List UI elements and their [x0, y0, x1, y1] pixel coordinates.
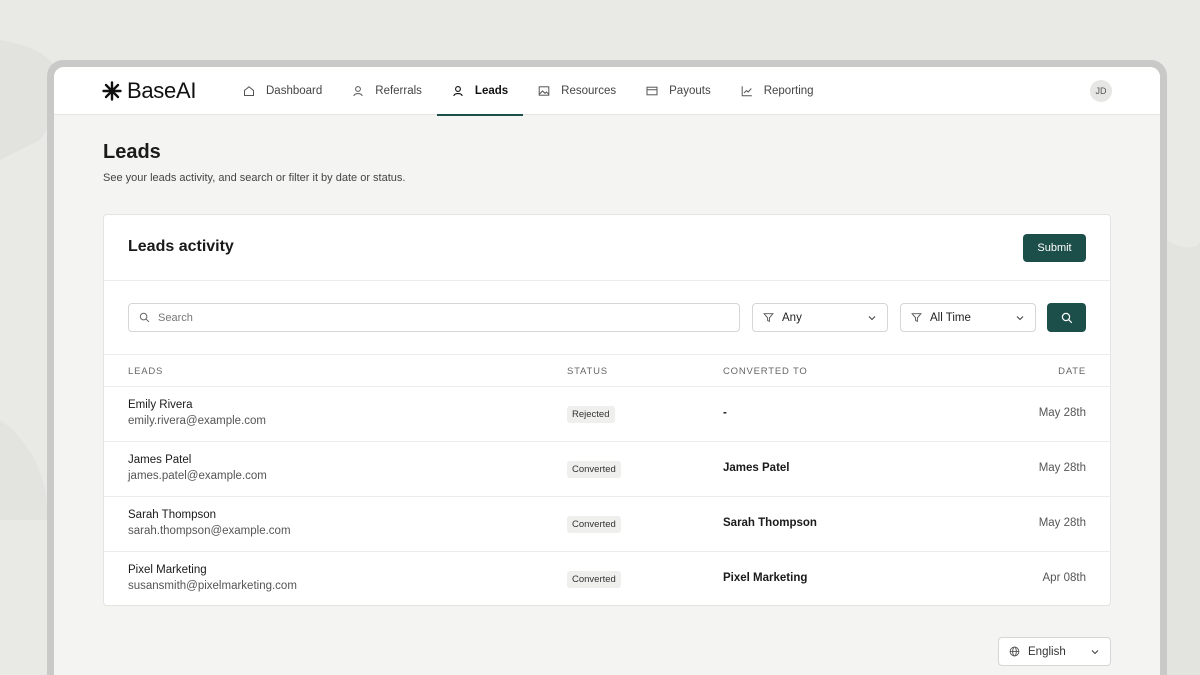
user-icon — [353, 86, 363, 97]
filter-bar: Any All Time — [104, 281, 1110, 355]
status-badge: Converted — [567, 516, 621, 533]
table-row[interactable]: Emily Rivera emily.rivera@example.com Re… — [104, 387, 1110, 442]
top-navigation-bar: BaseAI Dashboard Referrals Leads Resourc… — [54, 67, 1160, 116]
main-nav: Dashboard Referrals Leads Resources Payo… — [228, 67, 829, 116]
table-row[interactable]: Sarah Thompson sarah.thompson@example.co… — [104, 497, 1110, 552]
table-row[interactable]: James Patel james.patel@example.com Conv… — [104, 442, 1110, 497]
nav-item-leads[interactable]: Leads — [436, 67, 524, 116]
language-value: English — [1028, 645, 1066, 658]
lead-name: Emily Rivera — [128, 399, 193, 411]
lead-name: Sarah Thompson — [128, 509, 217, 521]
nav-item-reporting[interactable]: Reporting — [726, 67, 829, 115]
status-filter-value: Any — [782, 311, 802, 324]
status-badge: Converted — [567, 571, 621, 588]
column-header-date[interactable]: DATE — [1058, 366, 1086, 377]
converted-to: - — [723, 407, 727, 419]
date-filter-value: All Time — [930, 311, 971, 324]
search-icon — [1061, 312, 1072, 323]
nav-item-dashboard[interactable]: Dashboard — [228, 67, 337, 115]
column-header-leads[interactable]: LEADS — [128, 366, 163, 377]
brand-name: BaseAI — [127, 78, 197, 103]
lead-date: May 28th — [1038, 462, 1086, 474]
status-badge: Rejected — [567, 406, 615, 423]
nav-label: Payouts — [669, 85, 711, 97]
page-subtitle: See your leads activity, and search or f… — [103, 172, 406, 184]
lead-name: James Patel — [128, 454, 192, 466]
lead-date: May 28th — [1038, 517, 1086, 529]
search-icon — [139, 312, 150, 323]
chevron-down-icon — [1016, 316, 1024, 321]
language-select[interactable]: English — [998, 637, 1111, 666]
column-header-status[interactable]: STATUS — [567, 366, 608, 377]
app-window: BaseAI Dashboard Referrals Leads Resourc… — [54, 67, 1160, 675]
filter-icon — [763, 313, 774, 323]
user-icon — [453, 86, 463, 97]
chart-line-icon — [741, 86, 752, 97]
leads-activity-card: Leads activity Submit Any All Time — [103, 214, 1111, 606]
nav-label: Dashboard — [266, 85, 323, 97]
card-title: Leads activity — [128, 238, 234, 255]
lead-date: May 28th — [1038, 407, 1086, 419]
nav-label: Resources — [561, 85, 617, 97]
nav-item-referrals[interactable]: Referrals — [337, 67, 437, 115]
nav-item-resources[interactable]: Resources — [523, 67, 631, 115]
filter-icon — [911, 313, 922, 323]
chevron-down-icon — [1091, 650, 1099, 655]
lead-date: Apr 08th — [1042, 572, 1086, 584]
chevron-down-icon — [868, 316, 876, 321]
globe-icon — [1009, 646, 1020, 657]
nav-item-payouts[interactable]: Payouts — [631, 67, 726, 115]
lead-email: emily.rivera@example.com — [128, 415, 266, 427]
lead-email: james.patel@example.com — [128, 470, 267, 482]
converted-to: James Patel — [723, 462, 790, 474]
lead-email: sarah.thompson@example.com — [128, 525, 291, 537]
converted-to: Sarah Thompson — [723, 517, 817, 529]
date-filter-select[interactable]: All Time — [900, 303, 1036, 332]
table-header: LEADS STATUS CONVERTED TO DATE — [104, 355, 1110, 387]
column-header-converted-to[interactable]: CONVERTED TO — [723, 366, 808, 377]
asterisk-logo-icon — [102, 81, 122, 101]
card-icon — [646, 86, 658, 96]
home-icon — [244, 86, 254, 96]
table-row[interactable]: Pixel Marketing susansmith@pixelmarketin… — [104, 552, 1110, 607]
lead-email: susansmith@pixelmarketing.com — [128, 580, 297, 592]
nav-label: Reporting — [763, 85, 814, 97]
lead-name: Pixel Marketing — [128, 564, 207, 576]
search-field[interactable] — [128, 303, 740, 332]
nav-label: Leads — [474, 85, 509, 97]
search-button[interactable] — [1047, 303, 1086, 332]
image-icon — [538, 86, 550, 96]
page-title: Leads — [103, 141, 161, 163]
submit-button[interactable]: Submit — [1023, 234, 1086, 262]
status-filter-select[interactable]: Any — [752, 303, 888, 332]
nav-label: Referrals — [375, 85, 422, 97]
card-header: Leads activity Submit — [104, 215, 1110, 281]
status-badge: Converted — [567, 461, 621, 478]
user-avatar[interactable]: JD — [1090, 80, 1112, 102]
search-input[interactable] — [158, 311, 658, 324]
converted-to: Pixel Marketing — [723, 572, 808, 584]
brand-logo[interactable]: BaseAI — [102, 78, 196, 104]
